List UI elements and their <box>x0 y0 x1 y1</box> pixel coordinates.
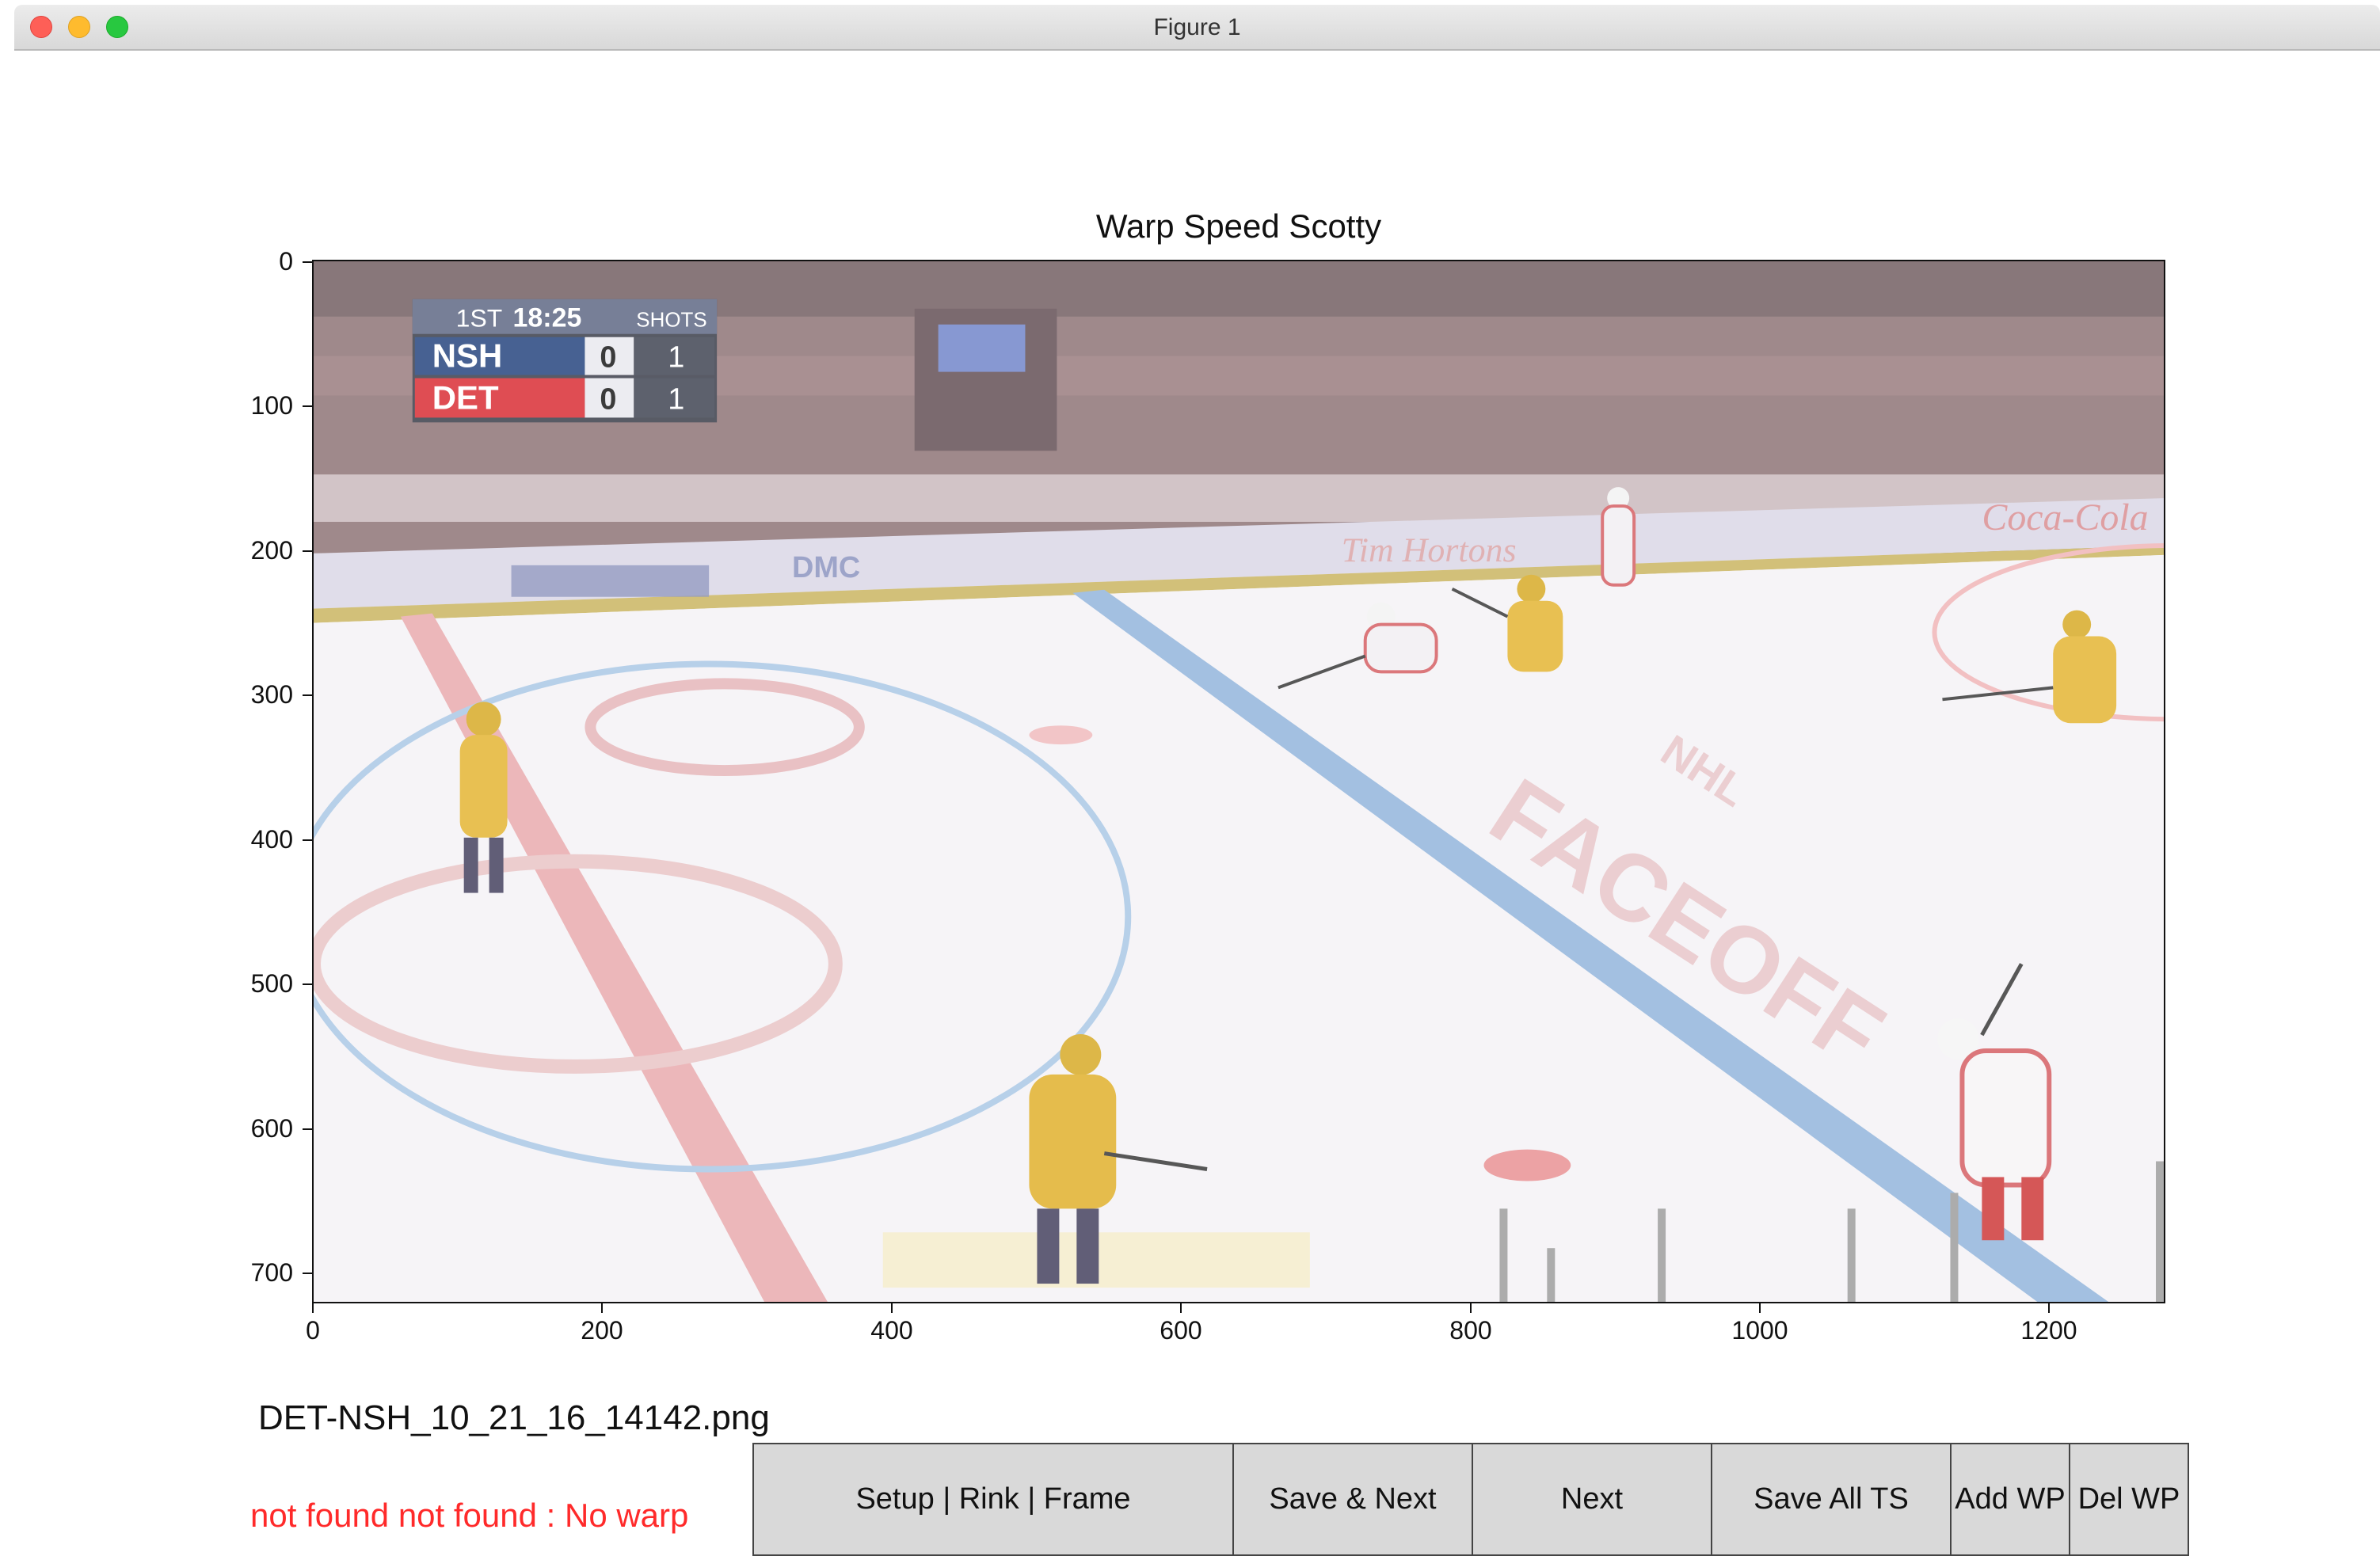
y-tick-mark <box>303 261 312 263</box>
image-fade-overlay <box>314 261 2164 1302</box>
y-tick-label: 200 <box>250 536 293 565</box>
setup-rink-frame-button[interactable]: Setup | Rink | Frame <box>752 1443 1232 1556</box>
x-tick-label: 400 <box>870 1316 913 1345</box>
y-tick-label: 100 <box>250 391 293 420</box>
x-tick-mark <box>1180 1303 1182 1313</box>
y-tick-label: 600 <box>250 1114 293 1143</box>
y-tick-mark <box>303 983 312 985</box>
y-tick-label: 500 <box>250 969 293 998</box>
y-tick-mark <box>303 1273 312 1274</box>
warp-status-message: not found not found : No warp <box>250 1497 689 1534</box>
y-tick-mark <box>303 839 312 841</box>
window-title: Figure 1 <box>1153 14 1241 40</box>
y-tick-mark <box>303 550 312 552</box>
hockey-frame-image: DMC Tim Hortons Coca-Cola FACEOFF NHL 1S… <box>314 261 2164 1302</box>
y-tick-mark <box>303 1128 312 1130</box>
x-tick-label: 1200 <box>2020 1316 2077 1345</box>
x-tick-label: 1000 <box>1731 1316 1788 1345</box>
y-tick-mark <box>303 694 312 696</box>
window-titlebar[interactable]: Figure 1 <box>14 5 2380 51</box>
x-tick-mark <box>312 1303 314 1313</box>
button-bar: Setup | Rink | Frame Save & Next Next Sa… <box>752 1443 2189 1556</box>
x-tick-label: 200 <box>581 1316 623 1345</box>
save-all-ts-button[interactable]: Save All TS <box>1711 1443 1950 1556</box>
save-next-button[interactable]: Save & Next <box>1232 1443 1472 1556</box>
add-wp-button[interactable]: Add WP <box>1950 1443 2069 1556</box>
image-axes[interactable]: DMC Tim Hortons Coca-Cola FACEOFF NHL 1S… <box>312 260 2165 1303</box>
filename-label: DET-NSH_10_21_16_14142.png <box>258 1398 770 1437</box>
x-tick-mark <box>891 1303 893 1313</box>
x-tick-label: 0 <box>306 1316 320 1345</box>
x-tick-label: 600 <box>1160 1316 1202 1345</box>
y-tick-mark <box>303 405 312 407</box>
x-tick-mark <box>1759 1303 1761 1313</box>
y-tick-label: 400 <box>250 825 293 854</box>
y-tick-label: 700 <box>250 1258 293 1287</box>
next-button[interactable]: Next <box>1472 1443 1711 1556</box>
y-tick-label: 300 <box>250 680 293 709</box>
plot-title: Warp Speed Scotty <box>1095 207 1382 245</box>
y-tick-label: 0 <box>279 247 293 276</box>
x-tick-label: 800 <box>1449 1316 1492 1345</box>
x-tick-mark <box>601 1303 603 1313</box>
del-wp-button[interactable]: Del WP <box>2069 1443 2189 1556</box>
x-tick-mark <box>2048 1303 2050 1313</box>
x-tick-mark <box>1470 1303 1472 1313</box>
